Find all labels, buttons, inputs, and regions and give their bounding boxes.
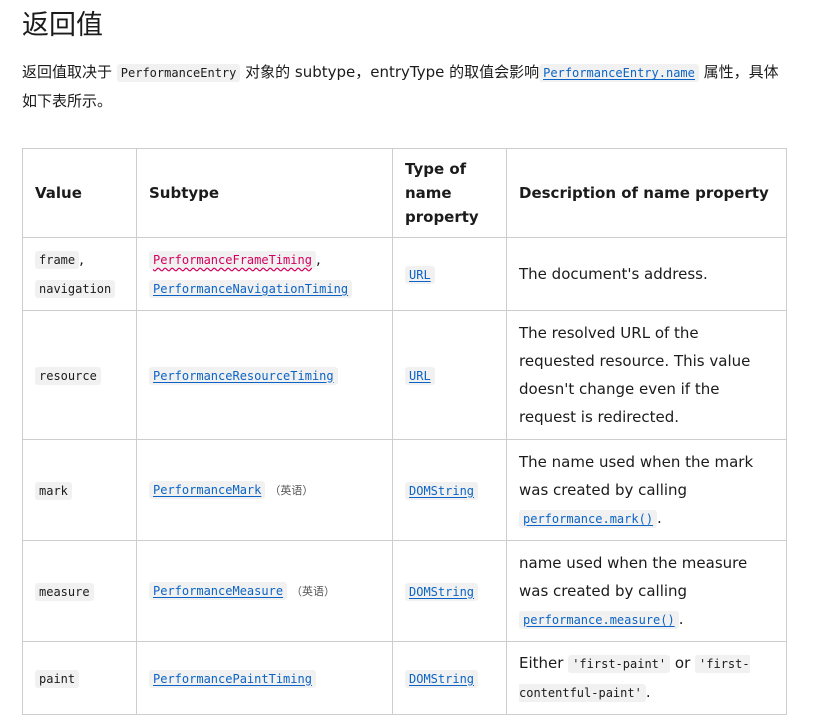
header-subtype: Subtype: [136, 148, 393, 238]
subtype-link[interactable]: PerformancePaintTiming: [149, 669, 316, 688]
method-link[interactable]: performance.measure(): [519, 610, 679, 629]
type-link[interactable]: URL: [405, 265, 435, 284]
table-row: measure PerformanceMeasure （英语） DOMString…: [22, 540, 787, 642]
value-code: mark: [35, 481, 72, 500]
subtype-link[interactable]: PerformanceMeasure: [149, 582, 288, 600]
method-link[interactable]: performance.mark(): [519, 509, 658, 528]
subtype-cell: PerformanceFrameTiming, PerformanceNavig…: [136, 237, 393, 311]
type-cell: DOMString: [392, 641, 507, 715]
type-link[interactable]: DOMString: [405, 669, 479, 688]
table-row: mark PerformanceMark （英语） DOMString The n…: [22, 439, 787, 541]
value-cell: frame, navigation: [22, 237, 137, 311]
description-end: .: [645, 683, 651, 701]
return-values-table: Value Subtype Type of name property Desc…: [22, 148, 787, 715]
description-cell: Either 'first-paint' or 'first-contentfu…: [506, 641, 787, 715]
description-cell: The document's address.: [506, 237, 787, 311]
subtype-cell: PerformanceMeasure （英语）: [136, 540, 393, 642]
description-cell: name used when the measure was created b…: [506, 540, 787, 642]
separator: ,: [79, 250, 84, 268]
article: 返回值 返回值取决于 PerformanceEntry 对象的 subtype，…: [0, 0, 816, 115]
value-code: frame: [35, 251, 80, 269]
section-heading: 返回值: [22, 10, 103, 41]
description-text: The name used when the mark was created …: [519, 452, 754, 499]
description-end: .: [657, 508, 662, 527]
value-cell: mark: [22, 439, 137, 541]
subtype-cell: PerformanceResourceTiming: [136, 310, 393, 440]
table-row: resource PerformanceResourceTiming URL T…: [22, 310, 787, 440]
subtype-link-broken[interactable]: PerformanceFrameTiming: [149, 251, 316, 269]
header-value: Value: [22, 148, 137, 238]
performance-entry-name-link[interactable]: PerformanceEntry.name: [539, 63, 699, 82]
value-cell: measure: [22, 540, 137, 642]
separator: ,: [315, 250, 321, 268]
performance-entry-code: PerformanceEntry: [116, 64, 241, 82]
type-cell: URL: [392, 237, 507, 311]
description-text: Either: [519, 654, 569, 672]
table-row: frame, navigation PerformanceFrameTiming…: [22, 237, 787, 311]
description-text: or: [670, 654, 696, 672]
type-link[interactable]: DOMString: [405, 481, 479, 500]
description-end: .: [678, 609, 684, 628]
intro-text-2: 对象的 subtype，entryType 的取值会影响: [240, 63, 540, 81]
value-code: paint: [35, 669, 80, 688]
value-cell: resource: [22, 310, 137, 440]
english-note: （英语）: [291, 585, 336, 598]
value-code: navigation: [35, 280, 116, 298]
description-cell: The resolved URL of the requested resour…: [506, 310, 787, 440]
type-cell: DOMString: [392, 540, 507, 642]
english-note: （英语）: [269, 484, 314, 497]
value-code: resource: [35, 366, 101, 385]
header-description: Description of name property: [506, 148, 787, 238]
value-code: measure: [35, 582, 94, 601]
description-text: name used when the measure was created b…: [519, 553, 748, 600]
subtype-link[interactable]: PerformanceNavigationTiming: [149, 280, 353, 298]
type-link[interactable]: URL: [405, 366, 435, 385]
subtype-cell: PerformancePaintTiming: [136, 641, 393, 715]
type-cell: URL: [392, 310, 507, 440]
subtype-link[interactable]: PerformanceMark: [149, 481, 266, 499]
intro-paragraph: 返回值取决于 PerformanceEntry 对象的 subtype，entr…: [22, 58, 792, 115]
type-link[interactable]: DOMString: [405, 582, 479, 601]
subtype-link[interactable]: PerformanceResourceTiming: [149, 366, 338, 385]
description-cell: The name used when the mark was created …: [506, 439, 787, 541]
header-type: Type of name property: [392, 148, 507, 238]
value-cell: paint: [22, 641, 137, 715]
subtype-cell: PerformanceMark （英语）: [136, 439, 393, 541]
table-header-row: Value Subtype Type of name property Desc…: [22, 148, 787, 238]
intro-text-1: 返回值取决于: [22, 63, 117, 81]
type-cell: DOMString: [392, 439, 507, 541]
table-row: paint PerformancePaintTiming DOMString E…: [22, 641, 787, 715]
first-paint-code: 'first-paint': [568, 655, 671, 673]
